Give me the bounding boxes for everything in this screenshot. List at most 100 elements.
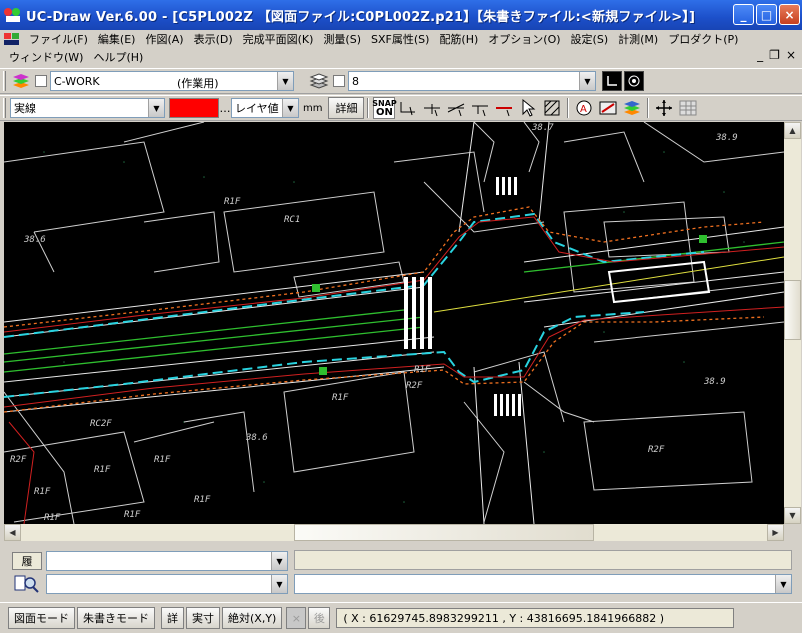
layer-property-icon[interactable]: A <box>573 97 595 119</box>
chevron-down-icon[interactable]: ▼ <box>277 72 293 90</box>
color-combo[interactable]: 8 ▼ <box>348 71 596 91</box>
app-icon[interactable] <box>4 6 22 24</box>
width-mode-combo[interactable]: レイヤ値 ▼ <box>231 98 299 118</box>
grid-icon[interactable] <box>677 97 699 119</box>
chevron-down-icon[interactable]: ▼ <box>579 72 595 90</box>
target-icon[interactable] <box>624 71 644 91</box>
scroll-right-icon[interactable]: ▶ <box>767 524 784 541</box>
unit-label: mm <box>303 102 323 114</box>
title-bar: UC-Draw Ver.6.00 - [C5PL002Z 【図面ファイル:C0P… <box>0 0 802 30</box>
toolbar-grip[interactable] <box>3 98 6 118</box>
menu-options[interactable]: オプション(O) <box>483 31 565 47</box>
menu-view[interactable]: 表示(D) <box>189 31 238 47</box>
mdi-close-button[interactable]: × <box>786 48 796 62</box>
layers-icon[interactable] <box>10 70 32 92</box>
menu-draw[interactable]: 作図(A) <box>140 31 188 47</box>
chevron-down-icon[interactable]: ▼ <box>282 99 298 117</box>
map-label: 38.6 <box>23 235 46 245</box>
cad-drawing: R1F RC1 38.6 38.7 38.9 R1F R2F R1F RC2F … <box>4 122 784 524</box>
pointer-icon[interactable] <box>517 97 539 119</box>
back-button[interactable]: 後 <box>308 607 331 629</box>
minimize-button[interactable]: _ <box>733 4 754 25</box>
snap-endpoint-icon[interactable] <box>397 97 419 119</box>
layer-edit-icon[interactable] <box>597 97 619 119</box>
color-checkbox[interactable] <box>333 75 345 87</box>
map-label: R1F <box>124 510 141 520</box>
scroll-down-icon[interactable]: ▼ <box>784 507 801 524</box>
menu-help[interactable]: ヘルプ(H) <box>88 49 148 65</box>
map-label: R1F <box>194 495 211 505</box>
mdi-restore-button[interactable]: ❐ <box>769 48 780 62</box>
maximize-button[interactable]: □ <box>756 4 777 25</box>
scroll-left-icon[interactable]: ◀ <box>4 524 21 541</box>
snap-state: ON <box>376 107 393 118</box>
separator <box>567 98 570 118</box>
horizontal-scroll-thumb[interactable] <box>294 524 594 541</box>
menu-edit[interactable]: 編集(E) <box>93 31 141 47</box>
hatch-icon[interactable] <box>541 97 563 119</box>
color-picker-button[interactable]: … <box>219 98 231 118</box>
menu-measure[interactable]: 計測(M) <box>613 31 663 47</box>
redline-mode-button[interactable]: 朱書きモード <box>77 607 155 629</box>
width-mode-value: レイヤ値 <box>235 102 279 115</box>
linestack-icon[interactable] <box>308 70 330 92</box>
menu-plan[interactable]: 完成平面図(K) <box>238 31 319 47</box>
map-label: R1F <box>224 197 241 207</box>
line-toolbar: 実線 ▼ … レイヤ値 ▼ mm 詳細 SNAP ON A <box>0 95 802 121</box>
message-area <box>294 550 792 570</box>
vertical-scroll-thumb[interactable] <box>784 280 801 340</box>
history-combo[interactable]: ▼ <box>46 551 288 571</box>
absolute-coords-button[interactable]: 絶対(X,Y) <box>222 607 283 629</box>
scroll-up-icon[interactable]: ▲ <box>784 122 801 139</box>
chevron-down-icon[interactable]: ▼ <box>148 99 164 117</box>
menu-bar-row2: ウィンドウ(W) ヘルプ(H) _ ❐ × <box>0 48 802 66</box>
menu-settings[interactable]: 設定(S) <box>566 31 614 47</box>
toolbar-grip[interactable] <box>3 71 6 91</box>
move-icon[interactable] <box>653 97 675 119</box>
drawing-mode-button[interactable]: 図面モード <box>8 607 75 629</box>
chevron-down-icon[interactable]: ▼ <box>271 575 287 593</box>
snap-button[interactable]: SNAP ON <box>372 97 397 119</box>
command-input-combo[interactable]: ▼ <box>294 574 792 594</box>
snap-perpendicular-icon[interactable] <box>469 97 491 119</box>
layer-color-icon[interactable] <box>621 97 643 119</box>
command-combo[interactable]: ▼ <box>46 574 288 594</box>
cancel-icon[interactable]: × <box>286 607 307 629</box>
snap-intersection-icon[interactable] <box>445 97 467 119</box>
detail-button[interactable]: 詳細 <box>328 97 365 119</box>
map-label: RC1 <box>284 215 300 225</box>
status-bar: 図面モード 朱書きモード 詳 実寸 絶対(X,Y) × 後 ( X : 6162… <box>0 602 802 633</box>
snap-midpoint-icon[interactable] <box>421 97 443 119</box>
line-type-combo[interactable]: 実線 ▼ <box>10 98 165 118</box>
map-label: R1F <box>154 455 171 465</box>
history-label[interactable]: 履 <box>12 552 42 570</box>
map-label: 38.6 <box>245 433 268 443</box>
snap-line-icon[interactable] <box>493 97 515 119</box>
close-button[interactable]: × <box>779 4 800 25</box>
mdi-minimize-button[interactable]: _ <box>757 48 763 62</box>
menu-rebar[interactable]: 配筋(H) <box>434 31 483 47</box>
chevron-down-icon[interactable]: ▼ <box>775 575 791 593</box>
detail-toggle-button[interactable]: 詳 <box>161 607 184 629</box>
corner-icon[interactable] <box>602 71 622 91</box>
chevron-down-icon[interactable]: ▼ <box>271 552 287 570</box>
map-label: R1F <box>94 465 111 475</box>
command-search-icon[interactable] <box>14 574 40 594</box>
separator <box>367 98 370 118</box>
menu-file[interactable]: ファイル(F) <box>24 31 93 47</box>
line-type-value: 実線 <box>14 102 36 115</box>
menu-window[interactable]: ウィンドウ(W) <box>4 49 88 65</box>
separator <box>647 98 650 118</box>
line-color-swatch[interactable] <box>169 98 219 118</box>
menu-product[interactable]: プロダクト(P) <box>663 31 743 47</box>
document-icon[interactable] <box>4 32 22 46</box>
menu-sxf[interactable]: SXF属性(S) <box>366 31 434 47</box>
layer-checkbox[interactable] <box>35 75 47 87</box>
menu-survey[interactable]: 測量(S) <box>318 31 366 47</box>
vertical-scrollbar[interactable]: ▲ ▼ <box>784 122 801 524</box>
horizontal-scrollbar[interactable]: ◀ ▶ <box>4 524 784 541</box>
actual-size-button[interactable]: 実寸 <box>186 607 220 629</box>
drawing-canvas[interactable]: R1F RC1 38.6 38.7 38.9 R1F R2F R1F RC2F … <box>4 122 784 524</box>
layer-combo[interactable]: C-WORK (作業用) ▼ <box>50 71 294 91</box>
color-value: 8 <box>352 74 359 88</box>
